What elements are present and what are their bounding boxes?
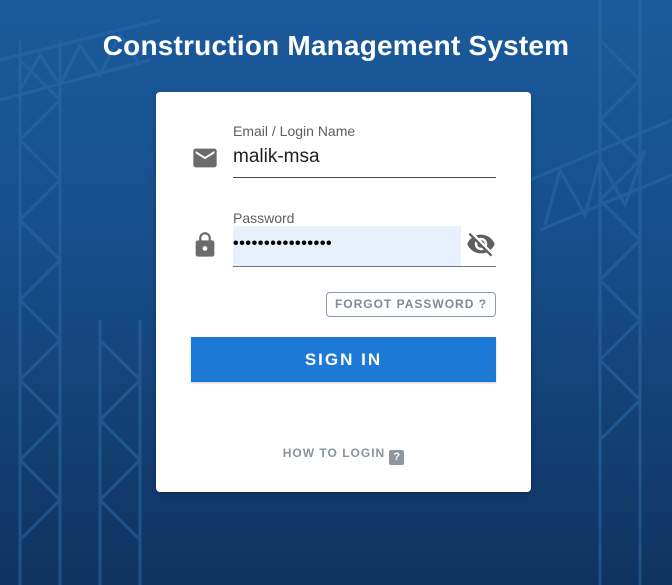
page-title: Construction Management System xyxy=(102,30,570,61)
how-to-login-label: HOW TO LOGIN xyxy=(282,446,386,460)
sign-in-button[interactable]: SIGN IN xyxy=(191,337,496,382)
email-field[interactable]: Email / Login Name malik-msa xyxy=(191,122,496,180)
email-icon xyxy=(193,148,217,168)
password-value[interactable]: •••••••••••••••• xyxy=(233,234,332,254)
lock-icon xyxy=(195,232,215,257)
email-label: Email / Login Name xyxy=(233,123,356,139)
login-card: Email / Login Name malik-msa Password ••… xyxy=(156,92,531,492)
eye-off-icon[interactable] xyxy=(466,229,496,259)
password-field[interactable]: Password •••••••••••••••• xyxy=(191,209,496,267)
email-underline xyxy=(233,177,496,178)
help-icon: ? xyxy=(389,450,405,465)
how-to-login-link[interactable]: HOW TO LOGIN? xyxy=(156,446,531,465)
forgot-password-button[interactable]: FORGOT PASSWORD ? xyxy=(326,292,496,317)
password-label: Password xyxy=(233,210,295,226)
email-input[interactable]: malik-msa xyxy=(233,146,320,168)
password-underline xyxy=(233,266,496,267)
